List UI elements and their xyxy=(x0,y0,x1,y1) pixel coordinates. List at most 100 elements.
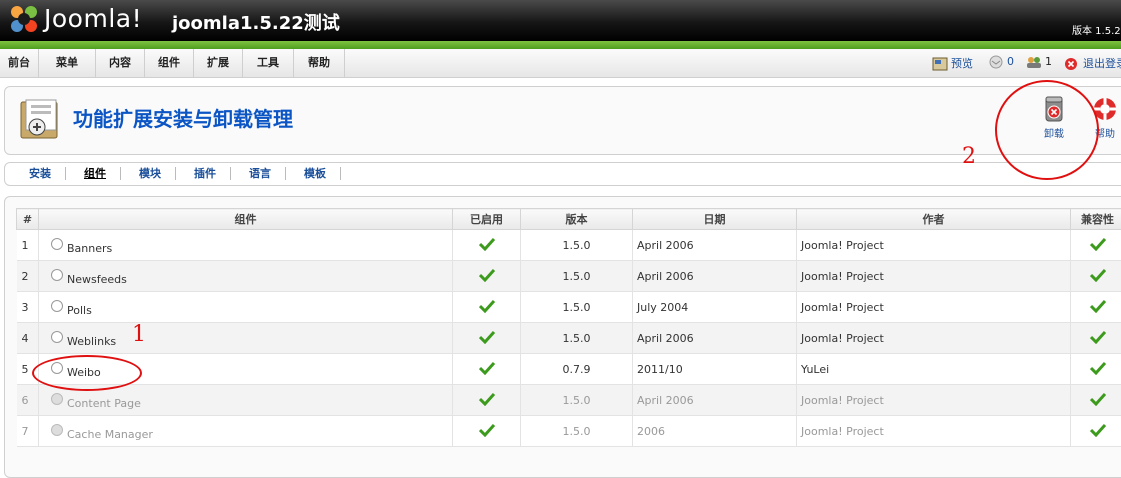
version-text: 版本 1.5.22 xyxy=(1072,22,1121,37)
component-radio[interactable] xyxy=(51,269,63,281)
component-cell: Newsfeeds xyxy=(39,261,453,292)
version-cell: 1.5.0 xyxy=(521,292,633,323)
preview-label: 预览 xyxy=(951,57,973,70)
install-manager-icon xyxy=(18,97,64,143)
author-cell: YuLei xyxy=(797,354,1071,385)
column-header-number: # xyxy=(17,209,39,230)
tab-templates[interactable]: 模板 xyxy=(304,167,341,180)
enabled-cell[interactable] xyxy=(453,292,521,323)
menu-item-tools[interactable]: 工具 xyxy=(243,49,294,77)
date-cell: 2006 xyxy=(633,416,797,447)
date-cell: April 2006 xyxy=(633,261,797,292)
check-icon xyxy=(479,392,495,406)
row-number: 6 xyxy=(17,385,39,416)
component-cell: Banners xyxy=(39,230,453,261)
row-number: 5 xyxy=(17,354,39,385)
enabled-cell[interactable] xyxy=(453,416,521,447)
menu-item-help[interactable]: 帮助 xyxy=(294,49,345,77)
messages-indicator[interactable]: 0 xyxy=(988,55,1014,69)
column-header-version: 版本 xyxy=(521,209,633,230)
check-icon xyxy=(479,268,495,282)
top-header: Joomla! joomla1.5.22测试 版本 1.5.22 xyxy=(0,0,1121,41)
table-row: 1 Banners 1.5.0April 2006Joomla! Project xyxy=(17,230,1121,261)
table-row: 7Cache Manager 1.5.02006Joomla! Project xyxy=(17,416,1121,447)
table-row: 4Weblinks1.5.0April 2006Joomla! Project xyxy=(17,323,1121,354)
component-name: Banners xyxy=(67,242,112,255)
uninstall-icon xyxy=(1043,95,1065,123)
version-cell: 0.7.9 xyxy=(521,354,633,385)
component-radio[interactable] xyxy=(51,362,63,374)
tab-install[interactable]: 安装 xyxy=(29,167,66,180)
component-cell: Polls xyxy=(39,292,453,323)
table-row: 3 Polls 1.5.0July 2004Joomla! Project xyxy=(17,292,1121,323)
date-cell: 2011/10 xyxy=(633,354,797,385)
check-icon xyxy=(479,361,495,375)
users-indicator[interactable]: 1 xyxy=(1026,55,1052,69)
date-cell: April 2006 xyxy=(633,230,797,261)
annotation-label-2: 2 xyxy=(962,144,976,169)
component-radio[interactable] xyxy=(51,238,63,250)
component-radio xyxy=(51,424,63,436)
author-cell: Joomla! Project xyxy=(797,292,1071,323)
help-label: 帮助 xyxy=(1095,129,1115,140)
menu-item-content[interactable]: 内容 xyxy=(96,49,145,77)
table-row: 2Newsfeeds1.5.0April 2006Joomla! Project xyxy=(17,261,1121,292)
row-number: 4 xyxy=(17,323,39,354)
check-icon xyxy=(1090,392,1106,406)
row-number: 3 xyxy=(17,292,39,323)
date-cell: April 2006 xyxy=(633,385,797,416)
tab-languages[interactable]: 语言 xyxy=(249,167,286,180)
messages-count: 0 xyxy=(1007,55,1014,68)
enabled-cell[interactable] xyxy=(453,230,521,261)
component-name: Weblinks xyxy=(67,335,116,348)
component-radio xyxy=(51,393,63,405)
component-cell: Cache Manager xyxy=(39,416,453,447)
check-icon xyxy=(1090,330,1106,344)
site-title: joomla1.5.22测试 xyxy=(172,9,340,35)
header-accent-bar xyxy=(0,41,1121,49)
column-header-component[interactable]: 组件 xyxy=(39,209,453,230)
component-cell: Weblinks xyxy=(39,323,453,354)
preview-link[interactable]: 预览 xyxy=(932,55,973,71)
compatibility-cell xyxy=(1071,354,1121,385)
component-name: Polls xyxy=(67,304,92,317)
menu-item-menus[interactable]: 菜单 xyxy=(39,49,96,77)
compatibility-cell xyxy=(1071,416,1121,447)
uninstall-button[interactable]: 卸载 xyxy=(1029,95,1079,145)
row-number: 1 xyxy=(17,230,39,261)
check-icon xyxy=(479,299,495,313)
enabled-cell[interactable] xyxy=(453,323,521,354)
tab-modules[interactable]: 模块 xyxy=(139,167,176,180)
table-header-row: # 组件 已启用 版本 日期 作者 兼容性 xyxy=(17,209,1121,230)
help-lifebuoy-icon xyxy=(1092,95,1118,123)
enabled-cell[interactable] xyxy=(453,385,521,416)
toolbar-box: 功能扩展安装与卸载管理 卸载 帮助 xyxy=(4,86,1121,155)
components-table: # 组件 已启用 版本 日期 作者 兼容性 1Banners1.5.0April… xyxy=(16,208,1121,447)
messages-icon xyxy=(988,55,1004,69)
check-icon xyxy=(1090,268,1106,282)
author-cell: Joomla! Project xyxy=(797,416,1071,447)
menu-item-site[interactable]: 前台 xyxy=(0,49,39,77)
author-cell: Joomla! Project xyxy=(797,230,1071,261)
menu-item-components[interactable]: 组件 xyxy=(145,49,194,77)
logout-link[interactable]: 退出登录 xyxy=(1064,55,1121,71)
enabled-cell[interactable] xyxy=(453,261,521,292)
component-radio[interactable] xyxy=(51,300,63,312)
page-title: 功能扩展安装与卸载管理 xyxy=(73,103,293,132)
tab-plugins[interactable]: 插件 xyxy=(194,167,231,180)
date-cell: July 2004 xyxy=(633,292,797,323)
component-radio[interactable] xyxy=(51,331,63,343)
date-cell: April 2006 xyxy=(633,323,797,354)
help-button[interactable]: 帮助 xyxy=(1080,95,1121,145)
joomla-logo-icon xyxy=(8,4,40,34)
table-row: 6Content Page1.5.0April 2006Joomla! Proj… xyxy=(17,385,1121,416)
component-cell: Weibo xyxy=(39,354,453,385)
row-number: 7 xyxy=(17,416,39,447)
menu-item-extensions[interactable]: 扩展 xyxy=(194,49,243,77)
version-cell: 1.5.0 xyxy=(521,416,633,447)
version-cell: 1.5.0 xyxy=(521,230,633,261)
component-cell: Content Page xyxy=(39,385,453,416)
enabled-cell[interactable] xyxy=(453,354,521,385)
author-cell: Joomla! Project xyxy=(797,261,1071,292)
tab-components[interactable]: 组件 xyxy=(84,167,121,180)
